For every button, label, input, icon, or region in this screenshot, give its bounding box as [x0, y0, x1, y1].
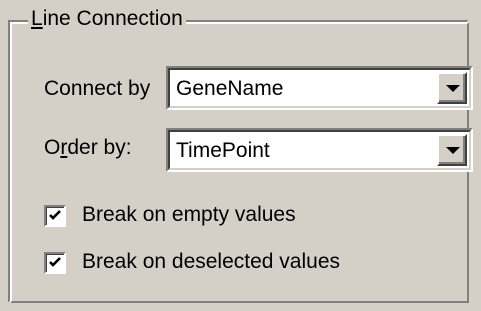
order-by-label-rest: der by:	[67, 136, 132, 159]
legend-text: ine Connection	[42, 7, 183, 30]
line-connection-panel: Line Connection Connect by GeneName Orde…	[0, 0, 481, 311]
connect-by-dropdown-button[interactable]	[437, 72, 467, 104]
order-by-dropdown-button[interactable]	[437, 134, 467, 166]
chevron-down-icon	[446, 147, 460, 154]
group-title: Line Connection	[28, 6, 186, 32]
break-on-empty-checkbox[interactable]	[44, 205, 66, 227]
break-on-empty-label: Break on empty values	[82, 203, 296, 226]
checkmark-icon	[49, 257, 61, 267]
connect-by-dropdown[interactable]: GeneName	[166, 66, 473, 110]
chevron-down-icon	[446, 85, 460, 92]
order-by-label: Order by:	[44, 135, 132, 161]
connect-by-value: GeneName	[176, 77, 284, 100]
checkmark-icon	[49, 210, 61, 220]
break-on-deselected-label: Break on deselected values	[82, 250, 340, 273]
connect-by-label: Connect by	[44, 77, 151, 100]
order-by-label-prefix: O	[44, 136, 61, 159]
order-by-dropdown[interactable]: TimePoint	[166, 128, 473, 172]
break-on-deselected-checkbox[interactable]	[44, 252, 66, 274]
order-by-value: TimePoint	[176, 139, 270, 162]
legend-mnemonic: L	[31, 7, 43, 30]
